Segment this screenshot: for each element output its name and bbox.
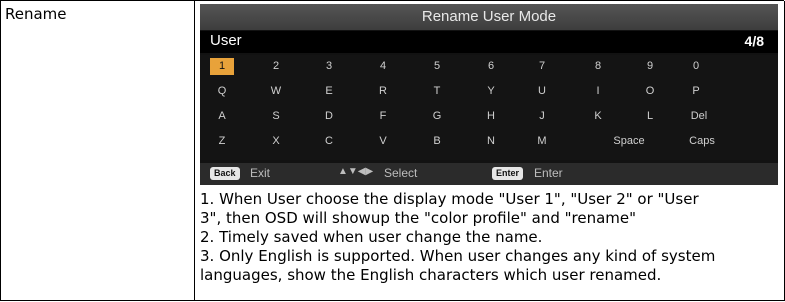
key-6[interactable]: 6 xyxy=(479,58,503,75)
key-f[interactable]: F xyxy=(371,108,395,125)
notes: 1. When User choose the display mode "Us… xyxy=(200,190,784,285)
name-value[interactable]: User xyxy=(210,32,242,49)
key-4[interactable]: 4 xyxy=(371,58,395,75)
keyboard-row: Z X C V B N M Space Caps xyxy=(200,133,778,153)
row-label: Rename xyxy=(5,5,67,23)
enter-label: Enter xyxy=(534,166,563,180)
enter-button-badge: Enter xyxy=(492,167,524,180)
note-line: 2. Timely saved when user change the nam… xyxy=(200,228,543,246)
arrow-keys-icon: ▲▼◀▶ xyxy=(338,166,374,177)
key-b[interactable]: B xyxy=(425,133,449,150)
exit-label: Exit xyxy=(250,166,271,180)
key-2[interactable]: 2 xyxy=(264,58,288,75)
key-8[interactable]: 8 xyxy=(586,58,610,75)
key-5[interactable]: 5 xyxy=(425,58,449,75)
spec-table: Rename Rename User Mode User 4/8 1 2 3 4… xyxy=(0,0,785,301)
key-1[interactable]: 1 xyxy=(210,58,234,75)
key-q[interactable]: Q xyxy=(210,83,234,100)
key-9[interactable]: 9 xyxy=(638,58,662,75)
osd-title: Rename User Mode xyxy=(200,4,778,30)
key-w[interactable]: W xyxy=(264,83,288,100)
name-input-row[interactable]: User 4/8 xyxy=(200,31,778,53)
key-7[interactable]: 7 xyxy=(530,58,554,75)
key-p[interactable]: P xyxy=(684,83,708,100)
key-space[interactable]: Space xyxy=(604,133,654,150)
note-line: 3", then OSD will showup the "color prof… xyxy=(200,209,637,227)
key-c[interactable]: C xyxy=(317,133,341,150)
keyboard-row: A S D F G H J K L Del xyxy=(200,108,778,128)
keyboard-row: 1 2 3 4 5 6 7 8 9 0 xyxy=(200,58,778,78)
key-o[interactable]: O xyxy=(638,83,662,100)
character-counter: 4/8 xyxy=(744,33,764,49)
key-v[interactable]: V xyxy=(371,133,395,150)
label-cell: Rename xyxy=(1,1,195,301)
key-a[interactable]: A xyxy=(210,108,234,125)
key-h[interactable]: H xyxy=(479,108,503,125)
key-g[interactable]: G xyxy=(425,108,449,125)
key-k[interactable]: K xyxy=(586,108,610,125)
key-m[interactable]: M xyxy=(530,133,554,150)
select-label: Select xyxy=(384,166,418,180)
content-cell: Rename User Mode User 4/8 1 2 3 4 5 6 7 … xyxy=(195,1,785,301)
note-line: 1. When User choose the display mode "Us… xyxy=(200,190,699,208)
key-s[interactable]: S xyxy=(264,108,288,125)
key-d[interactable]: D xyxy=(317,108,341,125)
keyboard-grid: 1 2 3 4 5 6 7 8 9 0 Q W E R T Y U I O P … xyxy=(200,55,778,160)
note-line: 3. Only English is supported. When user … xyxy=(200,247,716,265)
key-r[interactable]: R xyxy=(371,83,395,100)
osd-rename-panel: Rename User Mode User 4/8 1 2 3 4 5 6 7 … xyxy=(200,4,778,185)
note-line: languages, show the English characters w… xyxy=(200,266,662,284)
key-caps[interactable]: Caps xyxy=(684,133,720,150)
key-u[interactable]: U xyxy=(530,83,554,100)
osd-footer: Back Exit ▲▼◀▶ Select Enter Enter xyxy=(200,163,778,185)
key-t[interactable]: T xyxy=(425,83,449,100)
key-n[interactable]: N xyxy=(479,133,503,150)
keyboard-row: Q W E R T Y U I O P xyxy=(200,83,778,103)
key-y[interactable]: Y xyxy=(479,83,503,100)
key-e[interactable]: E xyxy=(317,83,341,100)
key-x[interactable]: X xyxy=(264,133,288,150)
back-button-badge: Back xyxy=(210,167,240,180)
key-i[interactable]: I xyxy=(586,83,610,100)
key-0[interactable]: 0 xyxy=(684,58,708,75)
key-l[interactable]: L xyxy=(638,108,662,125)
key-z[interactable]: Z xyxy=(210,133,234,150)
key-j[interactable]: J xyxy=(530,108,554,125)
key-delete[interactable]: Del xyxy=(684,108,714,125)
key-3[interactable]: 3 xyxy=(317,58,341,75)
